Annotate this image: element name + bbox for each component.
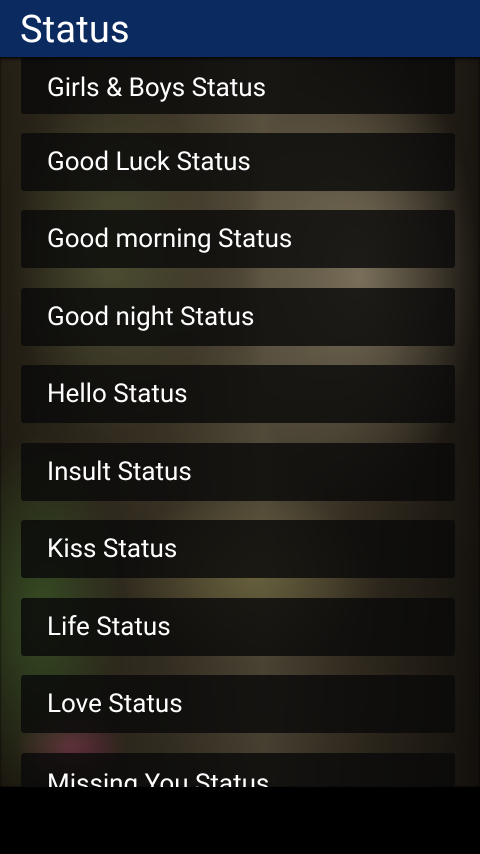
- list-item-good-luck-status[interactable]: Good Luck Status: [21, 133, 455, 191]
- list-item-kiss-status[interactable]: Kiss Status: [21, 520, 455, 578]
- list-item-label: Insult Status: [47, 457, 192, 487]
- bottom-black-bar: [0, 787, 480, 854]
- list-item-good-morning-status[interactable]: Good morning Status: [21, 210, 455, 268]
- list-item-label: Good Luck Status: [47, 147, 251, 177]
- list-item-life-status[interactable]: Life Status: [21, 598, 455, 656]
- list-item-label: Girls & Boys Status: [47, 73, 267, 103]
- list-item-label: Hello Status: [47, 379, 188, 409]
- status-category-list-area[interactable]: Girls & Boys Status Good Luck Status Goo…: [0, 57, 480, 787]
- list-item-love-status[interactable]: Love Status: [21, 675, 455, 733]
- list-item-label: Good morning Status: [47, 224, 293, 254]
- list-item-label: Love Status: [47, 689, 183, 719]
- list-item-label: Good night Status: [47, 302, 255, 332]
- list-item-label: Kiss Status: [47, 534, 178, 564]
- page-title: Status: [20, 8, 130, 52]
- list-item-good-night-status[interactable]: Good night Status: [21, 288, 455, 346]
- list-item-insult-status[interactable]: Insult Status: [21, 443, 455, 501]
- list-item-missing-you-status[interactable]: Missing You Status: [21, 753, 455, 787]
- list-item-girls-boys-status[interactable]: Girls & Boys Status: [21, 57, 455, 114]
- list-item-hello-status[interactable]: Hello Status: [21, 365, 455, 423]
- list-item-label: Missing You Status: [47, 769, 270, 787]
- list-item-label: Life Status: [47, 612, 171, 642]
- app-bar: Status: [0, 0, 480, 57]
